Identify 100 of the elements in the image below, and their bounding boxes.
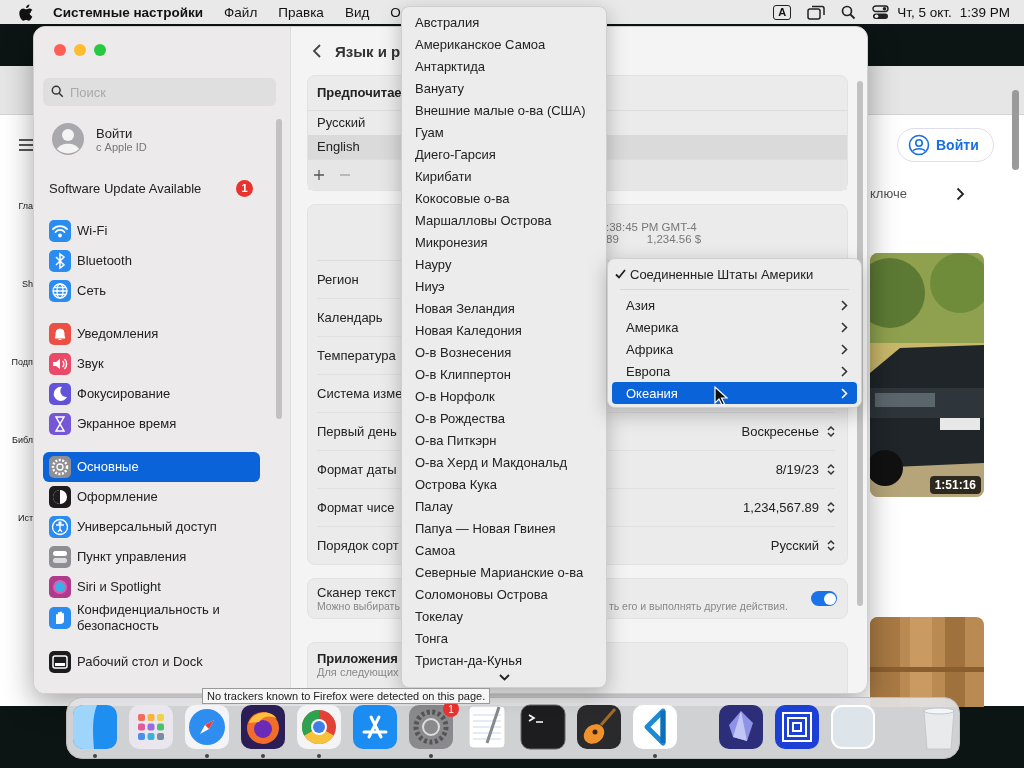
triangle-lines-icon[interactable] bbox=[351, 703, 399, 751]
terminal-icon[interactable] bbox=[519, 703, 567, 751]
menu-item[interactable]: Токелау bbox=[402, 606, 606, 628]
sidebar-item[interactable]: Пункт управления bbox=[43, 542, 260, 572]
ring-icon[interactable] bbox=[295, 703, 343, 751]
menu-item[interactable]: Антарктида bbox=[402, 56, 606, 78]
menu-item[interactable]: Американское Самоа bbox=[402, 34, 606, 56]
menu-item[interactable]: Новая Зеландия bbox=[402, 298, 606, 320]
control-center-icon[interactable] bbox=[872, 4, 890, 20]
popup-button[interactable]: Русский bbox=[770, 536, 835, 555]
menu-item[interactable]: Микронезия bbox=[402, 232, 606, 254]
language-item[interactable]: Русский bbox=[317, 111, 370, 135]
sidebar-item[interactable]: Wi-Fi bbox=[43, 216, 260, 246]
toggle-switch[interactable] bbox=[811, 591, 837, 606]
menu-item[interactable]: Европа bbox=[612, 360, 857, 382]
back-icon[interactable] bbox=[312, 43, 322, 59]
menu-item[interactable]: Новая Каледония bbox=[402, 320, 606, 342]
popup-button[interactable]: 8/19/23 bbox=[775, 460, 835, 479]
menu-item[interactable]: О-ва Питкэрн bbox=[402, 430, 606, 452]
code-icon[interactable] bbox=[631, 703, 679, 751]
menu-item[interactable]: Самоа bbox=[402, 540, 606, 562]
menu-item[interactable]: Северные Марианские о-ва bbox=[402, 562, 606, 584]
sidebar-item[interactable]: Фокусирование bbox=[43, 379, 260, 409]
menu-item[interactable]: Науру bbox=[402, 254, 606, 276]
menu-item[interactable]: Азия bbox=[612, 294, 857, 316]
windows-icon[interactable] bbox=[807, 4, 826, 20]
menu-item[interactable]: Гуам bbox=[402, 122, 606, 144]
menu-item[interactable]: Кокосовые о-ва bbox=[402, 188, 606, 210]
menu-time[interactable]: 1:39 PM bbox=[959, 4, 1010, 20]
menu-item[interactable]: Соломоновы Острова bbox=[402, 584, 606, 606]
apple-icon[interactable] bbox=[19, 3, 33, 21]
sidebar-item[interactable]: Оформление bbox=[43, 482, 260, 512]
chevron-down-icon[interactable] bbox=[498, 674, 510, 681]
menu-item[interactable]: Тристан-да-Кунья bbox=[402, 650, 606, 672]
close-button[interactable] bbox=[54, 44, 66, 56]
orb-icon bbox=[49, 576, 71, 598]
menu-item[interactable]: Острова Кука bbox=[402, 474, 606, 496]
menu-item[interactable]: Океания bbox=[612, 382, 857, 404]
menu-item[interactable]: Диего-Гарсия bbox=[402, 144, 606, 166]
sidebar-item[interactable]: Основные bbox=[43, 452, 260, 482]
app-name[interactable]: Системные настройки bbox=[53, 4, 204, 20]
menu-item[interactable]: О-в Вознесения bbox=[402, 342, 606, 364]
menu-item[interactable]: Папуа — Новая Гвинея bbox=[402, 518, 606, 540]
sidebar-item[interactable]: Конфиденциальность и безопасность bbox=[43, 602, 260, 634]
menu-item[interactable]: Маршалловы Острова bbox=[402, 210, 606, 232]
gear-icon[interactable] bbox=[407, 703, 455, 751]
nav-link[interactable]: Гла bbox=[18, 201, 33, 211]
compass-icon[interactable] bbox=[183, 703, 231, 751]
menu-item[interactable]: Африка bbox=[612, 338, 857, 360]
setting-title: Сканер текст bbox=[317, 585, 397, 600]
concentric-squares-icon[interactable] bbox=[773, 703, 821, 751]
scrollbar[interactable] bbox=[1012, 90, 1019, 170]
menu-item[interactable]: Вануату bbox=[402, 78, 606, 100]
menu-item[interactable]: Тонга bbox=[402, 628, 606, 650]
popup-button[interactable]: 1,234,567.89 bbox=[743, 498, 835, 517]
sidebar-item[interactable]: Экранное время bbox=[43, 409, 260, 439]
crystal-icon[interactable] bbox=[717, 703, 765, 751]
menu-item[interactable]: О-ва Херд и Макдональд bbox=[402, 452, 606, 474]
menu-item[interactable]: О bbox=[390, 4, 401, 20]
account-item[interactable]: Войти с Apple ID bbox=[43, 118, 260, 160]
sidebar-item[interactable]: Уведомления bbox=[43, 319, 260, 349]
menu-item[interactable]: Вид bbox=[344, 4, 370, 20]
sidebar-item[interactable]: Звук bbox=[43, 349, 260, 379]
sidebar-item[interactable]: Рабочий стол и Dock bbox=[43, 647, 260, 677]
menu-icon[interactable] bbox=[19, 139, 33, 151]
flame-globe-icon[interactable] bbox=[239, 703, 287, 751]
grid-icon[interactable] bbox=[127, 703, 175, 751]
menu-item[interactable]: О-в Норфолк bbox=[402, 386, 606, 408]
nav-link[interactable]: Библ bbox=[12, 435, 33, 445]
menu-item[interactable]: Америка bbox=[612, 316, 857, 338]
sign-in-button[interactable]: Войти bbox=[897, 128, 994, 162]
update-label[interactable]: Software Update Available bbox=[49, 180, 202, 196]
chevron-right-icon bbox=[841, 365, 848, 377]
menu-item[interactable]: Ниуэ bbox=[402, 276, 606, 298]
scrollbar[interactable] bbox=[276, 119, 282, 419]
sidebar-item[interactable]: Универсальный доступ bbox=[43, 512, 260, 542]
menu-item[interactable]: О-в Клиппертон bbox=[402, 364, 606, 386]
guitar-icon[interactable] bbox=[575, 703, 623, 751]
menu-date[interactable]: Чт, 5 окт. bbox=[897, 4, 952, 20]
nav-link[interactable]: Ист bbox=[17, 513, 33, 523]
search-icon[interactable] bbox=[841, 4, 857, 20]
split-square-icon[interactable] bbox=[71, 703, 119, 751]
add-icon[interactable] bbox=[314, 170, 324, 180]
popup-button[interactable]: Воскресенье bbox=[741, 422, 835, 441]
menu-item[interactable]: О-в Рождества bbox=[402, 408, 606, 430]
menu-item[interactable]: Палау bbox=[402, 496, 606, 518]
bell-icon bbox=[49, 323, 71, 345]
menu-item[interactable]: Соединенные Штаты Америки bbox=[612, 263, 857, 285]
menu-item[interactable]: Правка bbox=[278, 4, 324, 20]
menu-item[interactable]: Файл bbox=[224, 4, 258, 20]
sidebar-item[interactable]: Bluetooth bbox=[43, 246, 260, 276]
input-source-indicator[interactable]: A bbox=[773, 4, 792, 20]
sidebar-item[interactable]: Сеть bbox=[43, 276, 260, 306]
sidebar-item[interactable]: Siri и Spotlight bbox=[43, 572, 260, 602]
row-label: Формат даты bbox=[317, 462, 397, 477]
chevron-right-icon[interactable] bbox=[956, 186, 965, 201]
category-link[interactable]: ключе bbox=[870, 186, 907, 201]
nav-link[interactable]: Подп bbox=[11, 357, 33, 367]
nav-link[interactable]: Sh bbox=[22, 279, 33, 289]
menu-item[interactable]: Австралия bbox=[402, 12, 606, 34]
